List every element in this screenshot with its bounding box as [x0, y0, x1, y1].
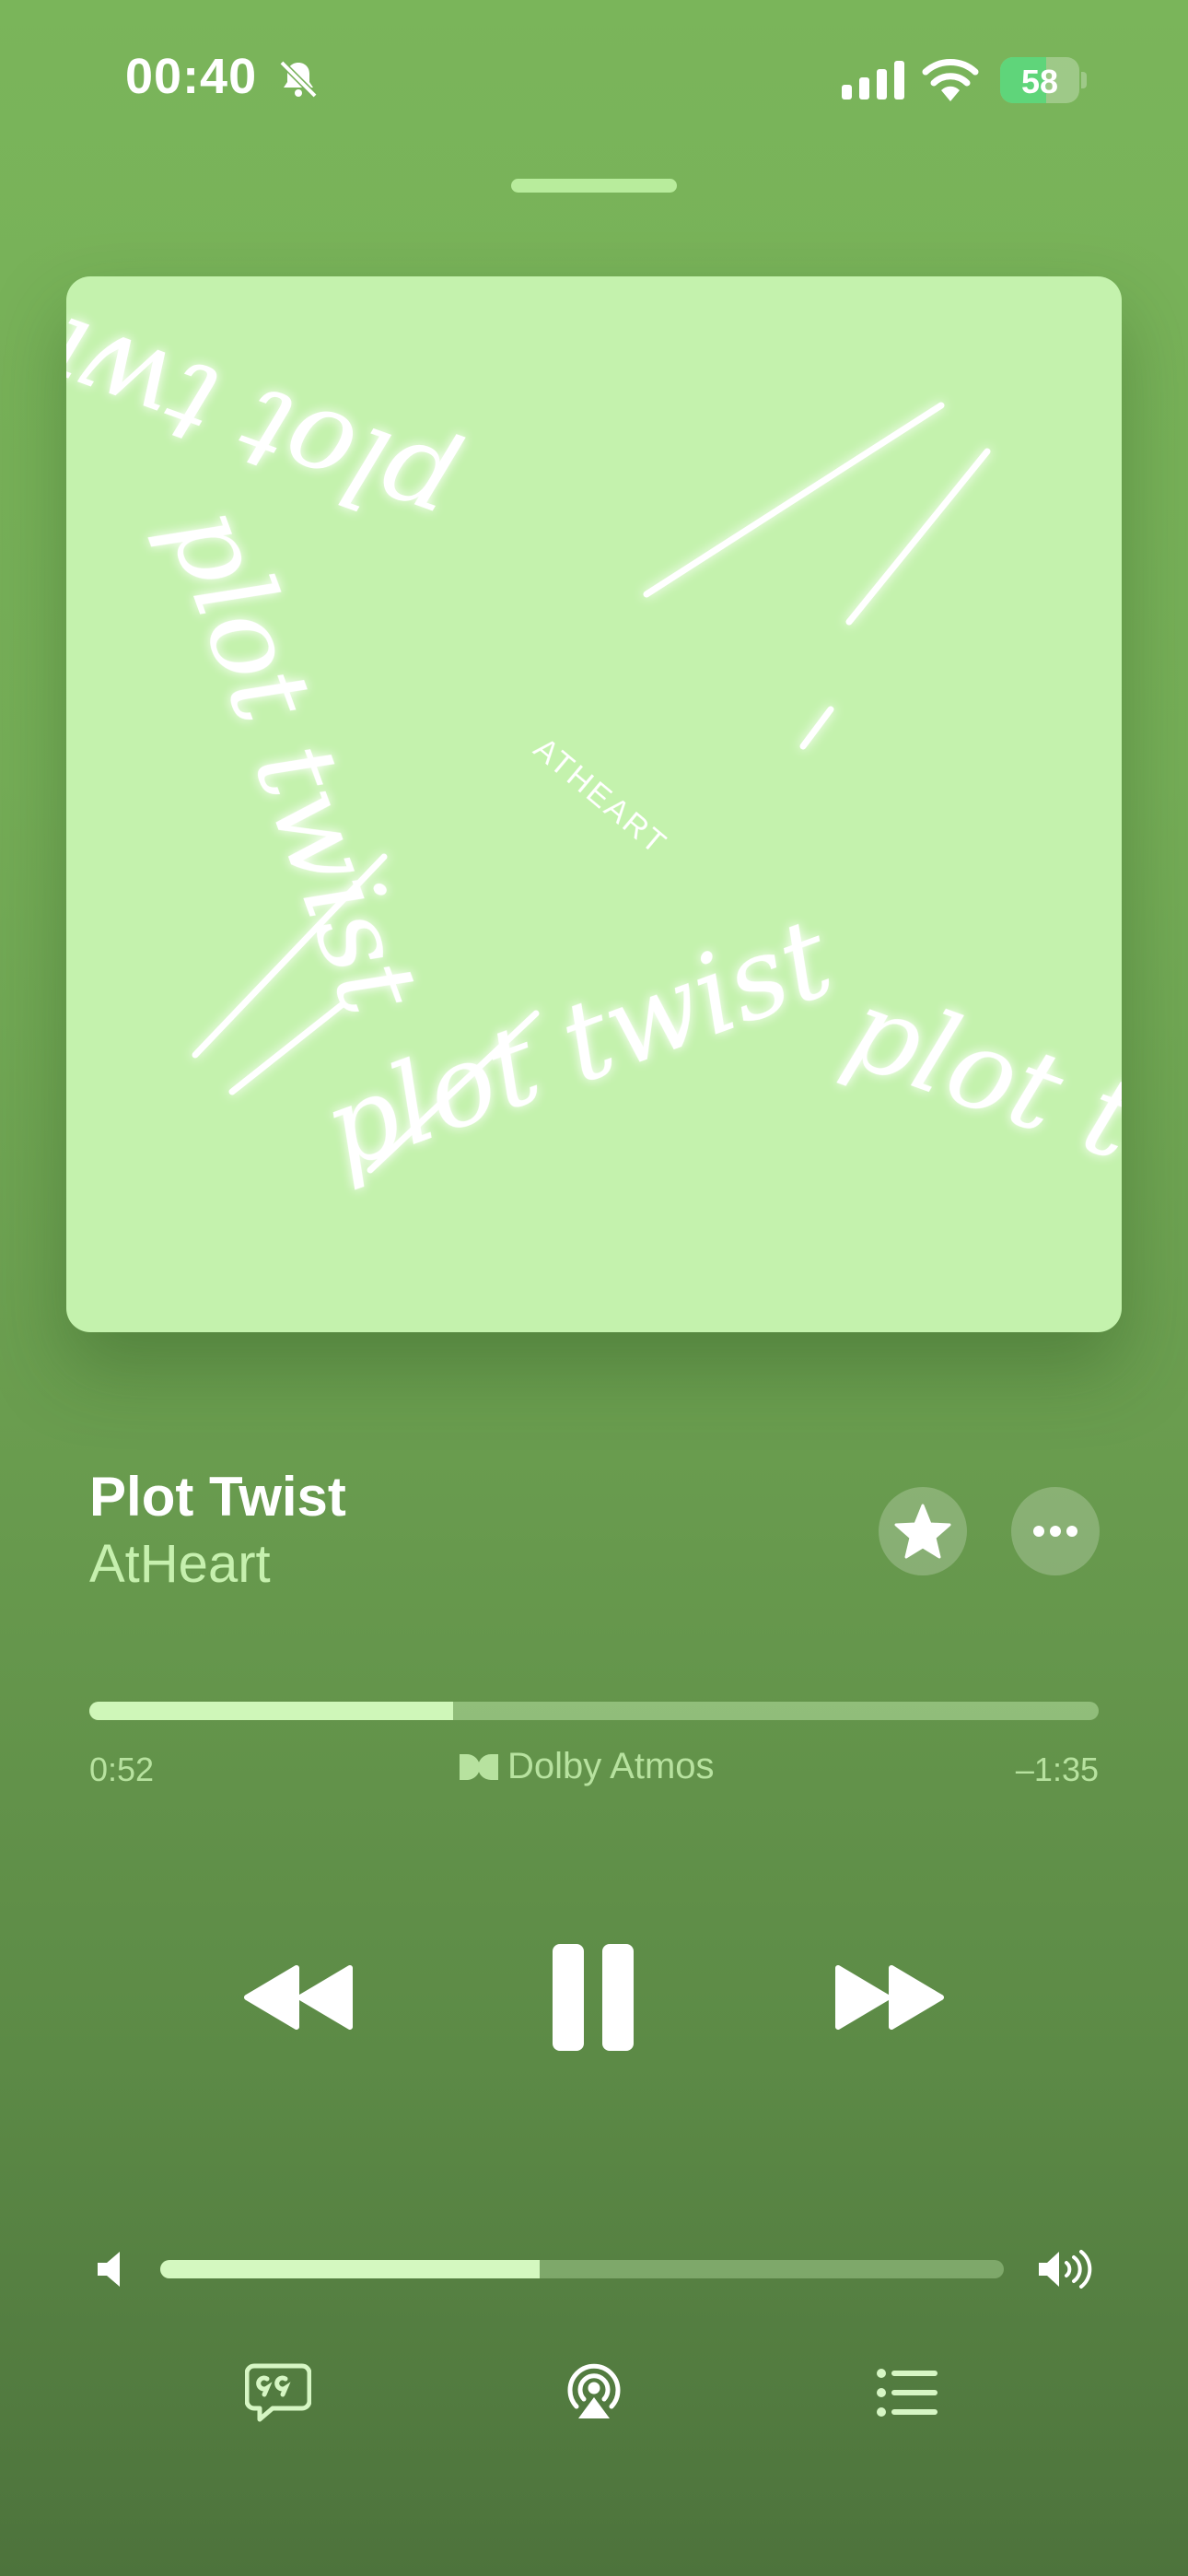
queue-button[interactable]	[877, 2368, 939, 2418]
artwork-brand-text: ATHEART	[527, 731, 674, 862]
album-artwork: plot twist plot twist plot twist plot tw…	[66, 276, 1122, 1332]
progress-scrubber[interactable]	[89, 1702, 1099, 1720]
pause-button[interactable]	[551, 1942, 635, 2053]
track-artist[interactable]: AtHeart	[89, 1533, 271, 1595]
sheet-grabber[interactable]	[511, 179, 677, 193]
dolby-logo-icon	[460, 1753, 498, 1780]
elapsed-time: 0:52	[89, 1751, 155, 1788]
speaker-low-icon	[98, 2252, 120, 2287]
artwork-graphic: plot twist plot twist plot twist plot tw…	[66, 276, 1122, 1266]
speaker-high-icon	[1039, 2250, 1092, 2289]
battery-indicator: 58	[1000, 57, 1079, 103]
bell-slash-icon	[279, 60, 318, 99]
airplay-button[interactable]	[564, 2360, 624, 2421]
ellipsis-icon	[1033, 1526, 1077, 1537]
backward-icon	[244, 1965, 353, 2030]
track-title: Plot Twist	[89, 1466, 346, 1528]
more-button[interactable]	[1011, 1487, 1100, 1575]
volume-slider[interactable]	[160, 2260, 1004, 2278]
battery-percent: 58	[1020, 63, 1059, 100]
forward-button[interactable]	[833, 1962, 947, 2032]
artwork-script-right: plot twist	[831, 965, 1122, 1266]
airplay-icon	[567, 2363, 621, 2418]
status-time: 00:40	[125, 49, 258, 104]
volume-fill	[160, 2260, 541, 2278]
pause-icon	[553, 1944, 634, 2051]
wifi-icon	[922, 59, 979, 101]
cellular-signal-icon	[842, 61, 904, 100]
forward-icon	[835, 1965, 944, 2030]
rewind-button[interactable]	[241, 1962, 355, 2032]
audio-format-label: Dolby Atmos	[507, 1746, 715, 1786]
progress-fill	[89, 1702, 453, 1720]
battery-cap	[1081, 72, 1087, 88]
list-icon	[877, 2369, 938, 2417]
star-icon	[894, 1504, 951, 1559]
remaining-time: –1:35	[1015, 1751, 1099, 1788]
favorite-button[interactable]	[879, 1487, 967, 1575]
quote-bubble-icon	[245, 2363, 311, 2422]
lyrics-button[interactable]	[245, 2362, 311, 2423]
dolby-atmos-badge: Dolby Atmos	[458, 1746, 715, 1787]
